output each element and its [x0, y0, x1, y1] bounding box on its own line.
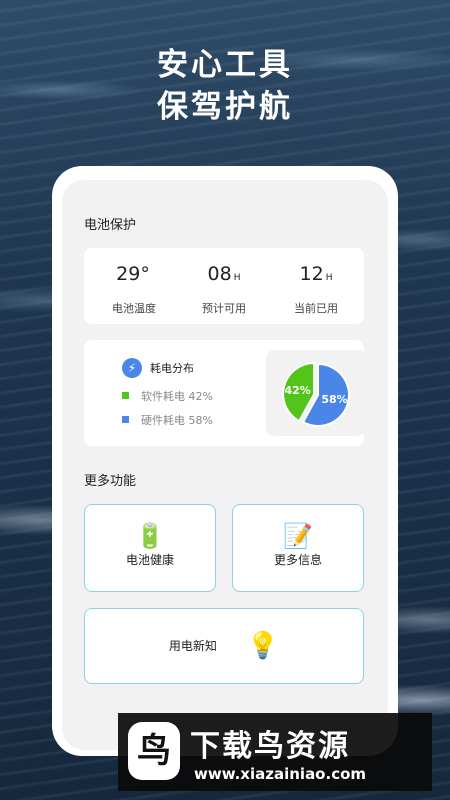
- legend-software-label: 软件耗电 42%: [141, 390, 213, 403]
- stat-temperature-value: 29°: [116, 263, 150, 285]
- legend-hardware-label: 硬件耗电 58%: [141, 414, 213, 427]
- more-info-label: 更多信息: [273, 553, 322, 567]
- lightning-icon: ⚡: [122, 358, 142, 378]
- hero-slogan: 安心工具 保驾护航: [0, 44, 450, 128]
- stat-used-label: 当前已用: [294, 302, 338, 315]
- stat-temperature: 29° 电池温度: [84, 262, 184, 316]
- battery-icon: 🔋: [135, 522, 165, 550]
- stat-estimated: 08 H 预计可用: [174, 262, 274, 316]
- pie-chart: 42% 58%: [282, 362, 350, 427]
- legend-green-swatch: [122, 392, 129, 399]
- power-tips-label: 用电新知: [168, 639, 217, 653]
- pie-chart-container: 42% 58%: [266, 350, 366, 436]
- stat-temperature-label: 电池温度: [112, 302, 156, 315]
- bird-logo-icon: 鸟: [128, 722, 180, 780]
- notepad-icon: 📝: [283, 522, 313, 550]
- stat-used: 12 H 当前已用: [266, 262, 366, 316]
- phone-frame: 电池保护 29° 电池温度 08 H 预计可用 12 H 当前已用 ⚡ 耗电分布 软…: [52, 166, 398, 756]
- hero-line-1: 安心工具: [157, 47, 293, 83]
- battery-health-button[interactable]: 🔋 电池健康: [84, 504, 216, 592]
- more-features-title: 更多功能: [84, 474, 137, 489]
- battery-protection-title: 电池保护: [84, 218, 137, 233]
- hero-line-2: 保驾护航: [157, 89, 293, 125]
- power-distribution-card: ⚡ 耗电分布 软件耗电 42% 硬件耗电 58% 42% 58%: [84, 340, 366, 446]
- pie-label-0: 42%: [284, 384, 310, 397]
- battery-health-label: 电池健康: [125, 553, 174, 567]
- stat-estimated-unit: H: [233, 273, 241, 283]
- legend-software: 软件耗电 42%: [122, 388, 213, 404]
- watermark-banner: 鸟 下载鸟资源 www.xiazainiao.com: [118, 713, 432, 791]
- stat-estimated-value: 08: [207, 263, 232, 285]
- battery-stats-card: 29° 电池温度 08 H 预计可用 12 H 当前已用: [84, 248, 364, 324]
- distribution-title: 耗电分布: [150, 362, 194, 375]
- watermark-brand: 下载鸟资源: [190, 729, 350, 764]
- stat-used-unit: H: [325, 273, 333, 283]
- legend-blue-swatch: [122, 416, 129, 423]
- stat-estimated-label: 预计可用: [202, 302, 246, 315]
- pie-label-1: 58%: [321, 393, 347, 406]
- power-tips-button[interactable]: 用电新知 💡: [84, 608, 364, 684]
- legend-hardware: 硬件耗电 58%: [122, 412, 213, 428]
- watermark-url: www.xiazainiao.com: [194, 765, 367, 783]
- stat-used-value: 12: [299, 263, 324, 285]
- app-screen: 电池保护 29° 电池温度 08 H 预计可用 12 H 当前已用 ⚡ 耗电分布 软…: [62, 180, 388, 750]
- more-info-button[interactable]: 📝 更多信息: [232, 504, 364, 592]
- lightbulb-icon: 💡: [246, 631, 280, 661]
